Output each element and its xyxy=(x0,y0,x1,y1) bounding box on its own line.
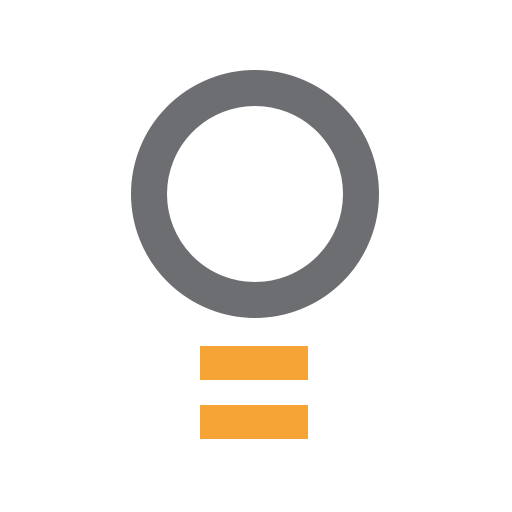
lightbulb-logo xyxy=(131,70,379,439)
bulb-ring-icon xyxy=(131,70,379,318)
bulb-base-bottom-bar xyxy=(200,405,308,439)
bulb-base-top-bar xyxy=(200,346,308,380)
app-icon-canvas xyxy=(0,0,512,512)
